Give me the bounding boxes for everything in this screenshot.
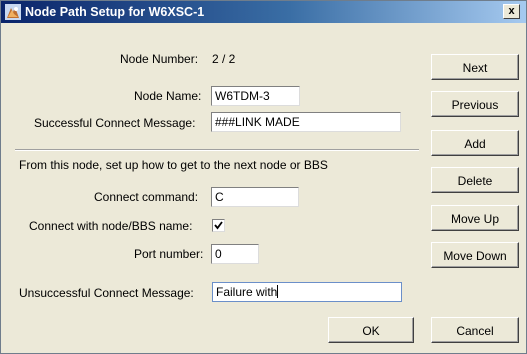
- node-name-value: W6TDM-3: [215, 89, 270, 103]
- node-number-value: 2 / 2: [212, 52, 236, 66]
- move-down-button[interactable]: Move Down: [431, 242, 519, 268]
- unsuccess-message-label: Unsuccessful Connect Message:: [19, 286, 194, 300]
- checkmark-icon: [214, 221, 223, 230]
- node-name-input[interactable]: W6TDM-3: [211, 86, 300, 106]
- connect-command-label: Connect command:: [94, 190, 199, 204]
- next-button[interactable]: Next: [431, 54, 519, 80]
- node-path-setup-dialog: Node Path Setup for W6XSC-1 x Node Numbe…: [0, 0, 527, 354]
- success-message-label: Successful Connect Message:: [34, 116, 196, 130]
- ok-button[interactable]: OK: [328, 317, 414, 343]
- move-up-button[interactable]: Move Up: [431, 205, 519, 231]
- delete-button[interactable]: Delete: [431, 167, 519, 193]
- close-button[interactable]: x: [503, 4, 520, 19]
- connect-with-name-label: Connect with node/BBS name:: [29, 219, 193, 233]
- connect-command-input[interactable]: C: [211, 187, 299, 207]
- unsuccess-message-value: Failure with: [216, 285, 278, 299]
- section-instruction: From this node, set up how to get to the…: [19, 158, 328, 172]
- previous-button[interactable]: Previous: [431, 91, 519, 117]
- node-number-label: Node Number:: [120, 52, 199, 66]
- app-icon: [5, 4, 21, 20]
- port-number-label: Port number:: [134, 247, 204, 261]
- text-caret: [277, 285, 279, 298]
- section-separator: [15, 149, 419, 151]
- cancel-button[interactable]: Cancel: [431, 317, 519, 343]
- success-message-input[interactable]: ###LINK MADE: [211, 112, 401, 132]
- unsuccess-message-input[interactable]: Failure with: [212, 282, 402, 302]
- connect-with-name-checkbox[interactable]: [212, 219, 225, 232]
- title-bar[interactable]: Node Path Setup for W6XSC-1 x: [1, 1, 526, 23]
- port-number-value: 0: [215, 247, 222, 261]
- connect-command-value: C: [215, 190, 224, 204]
- add-button[interactable]: Add: [431, 130, 519, 156]
- window-title: Node Path Setup for W6XSC-1: [25, 5, 205, 19]
- node-name-label: Node Name:: [134, 89, 202, 103]
- port-number-input[interactable]: 0: [211, 244, 259, 264]
- close-icon: x: [508, 5, 515, 17]
- success-message-value: ###LINK MADE: [215, 115, 300, 129]
